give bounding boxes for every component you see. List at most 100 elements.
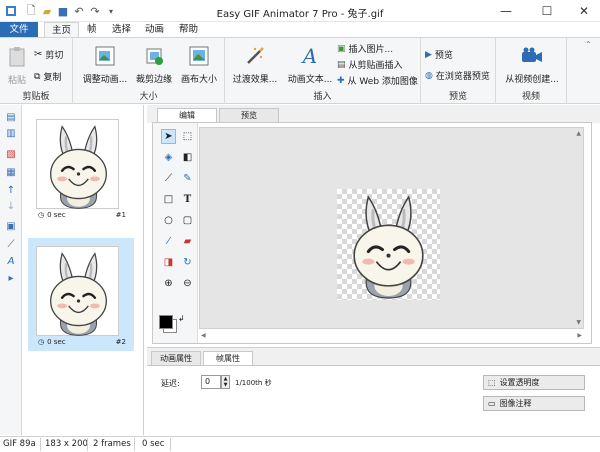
frame-item-selected[interactable]: ◷ 0 sec #2 <box>28 238 134 351</box>
text-tool-icon[interactable]: T <box>180 192 195 207</box>
gradient-icon[interactable]: ◧ <box>180 150 195 165</box>
ribbon-tabs: 文件 主页 帧 选择 动画 帮助 <box>0 22 600 38</box>
transition-button[interactable]: 过渡效果... <box>229 45 281 85</box>
zoom-in-icon[interactable]: ⊕ <box>161 276 176 291</box>
rotate-icon[interactable]: ↻ <box>180 255 195 270</box>
move-down-icon[interactable]: ↓ <box>4 199 18 213</box>
crop-button[interactable]: 裁剪边缘 <box>134 45 174 85</box>
frame-properties-icon[interactable]: ▦ <box>4 165 18 179</box>
set-transparency-button[interactable]: ⬚ 设置透明度 <box>483 375 585 390</box>
move-up-icon[interactable]: ↑ <box>4 183 18 197</box>
add-frame-icon[interactable]: ▤ <box>4 110 18 124</box>
eraser-icon[interactable]: ▰ <box>180 234 195 249</box>
cut-button[interactable]: ✂ 剪切 <box>34 48 63 61</box>
pencil-icon[interactable]: ✎ <box>180 171 195 186</box>
status-bar: GIF 89a 183 x 200 2 frames 0 sec <box>0 436 600 452</box>
status-frames: 2 frames <box>93 439 131 449</box>
delete-frame-icon[interactable]: ▧ <box>4 147 18 161</box>
tab-frame-properties[interactable]: 帧属性 <box>203 351 253 366</box>
minimize-button[interactable]: — <box>487 0 525 22</box>
browser-preview-button[interactable]: ◍ 在浏览器预览 <box>425 69 490 83</box>
insert-picture-button[interactable]: ▣ 插入图片... <box>337 42 393 56</box>
frame-number: #2 <box>115 338 126 346</box>
tab-help[interactable]: 帮助 <box>172 22 205 38</box>
status-format: GIF 89a <box>3 439 36 449</box>
zoom-out-icon[interactable]: ⊖ <box>180 276 195 291</box>
tab-home[interactable]: 主页 <box>44 22 80 38</box>
image-canvas[interactable] <box>337 189 440 300</box>
tab-animation[interactable]: 动画 <box>138 22 171 38</box>
tab-select[interactable]: 选择 <box>105 22 138 38</box>
tab-animation-properties[interactable]: 动画属性 <box>151 351 201 366</box>
tab-frame[interactable]: 帧 <box>80 22 104 38</box>
canvas-size-button[interactable]: 画布大小 <box>179 45 219 85</box>
maximize-button[interactable]: ☐ <box>528 0 566 22</box>
canvas-stage: ▲ ▼ <box>199 127 584 329</box>
editor-area: ➤ ⬚ ◈ ◧ ⟋ ✎ □ T ○ ▢ ⁄ ▰ ◨ ↻ ⊕ ⊖ ↲ ▲ ▼ ◀ … <box>152 122 592 344</box>
scroll-right-icon[interactable]: ▶ <box>577 332 582 339</box>
insert-image-icon[interactable]: ▣ <box>4 219 18 233</box>
group-label-insert: 插入 <box>313 92 332 102</box>
insert-clipart-button[interactable]: ▤ 从剪贴画插入 <box>337 58 403 72</box>
select-rect-icon[interactable]: ⬚ <box>180 129 195 144</box>
globe-icon: ✚ <box>337 75 345 86</box>
duplicate-frame-icon[interactable]: ▥ <box>4 126 18 140</box>
delay-input[interactable]: 0 <box>201 375 221 389</box>
flip-icon[interactable]: ◨ <box>161 255 176 270</box>
frame-delay: ◷ 0 sec <box>38 338 66 346</box>
resize-icon <box>94 45 116 67</box>
close-button[interactable]: ✕ <box>565 0 600 22</box>
canvas-size-label: 画布大小 <box>180 75 217 85</box>
eyedropper-icon[interactable]: ⁄ <box>161 234 176 249</box>
frame-number: #1 <box>115 211 126 219</box>
scroll-down-icon[interactable]: ▼ <box>576 319 581 326</box>
ellipse-icon[interactable]: ○ <box>161 213 176 228</box>
set-transparency-label: 设置透明度 <box>499 378 540 387</box>
paste-button[interactable]: 粘贴 <box>4 46 30 86</box>
horizontal-scrollbar[interactable]: ◀ ▶ <box>199 331 584 341</box>
rounded-rect-icon[interactable]: ▢ <box>180 213 195 228</box>
foreground-color-swatch[interactable] <box>159 315 173 329</box>
preview-button[interactable]: ▶ 预览 <box>425 48 453 62</box>
tab-edit[interactable]: 编辑 <box>157 108 217 123</box>
collapse-ribbon-icon[interactable]: ⌃ <box>585 40 592 49</box>
tab-preview[interactable]: 预览 <box>219 108 279 123</box>
from-video-button[interactable]: 从视频创建... <box>502 45 562 85</box>
frame-item[interactable]: ◷ 0 sec #1 <box>28 111 134 224</box>
insert-web-button[interactable]: ✚ 从 Web 添加图像 <box>337 74 418 88</box>
animated-text-label: 动画文本... <box>287 75 333 85</box>
frame-properties-panel: 延迟: 0 ▲ ▼ 1/100th 秒 ⬚ 设置透明度 ▭ 图像注释 <box>147 365 600 435</box>
clock-icon: ◷ <box>38 211 45 219</box>
delay-spinner[interactable]: ▲ ▼ <box>221 375 230 389</box>
frame-thumbnail <box>36 246 119 337</box>
scissors-icon: ✂ <box>34 49 43 60</box>
resize-label: 调整动画... <box>82 75 128 85</box>
copy-label: 复制 <box>43 73 62 83</box>
animated-text-button[interactable]: A 动画文本... <box>285 44 335 85</box>
pointer-icon[interactable]: ➤ <box>161 129 176 144</box>
group-label-size: 大小 <box>139 92 158 102</box>
picture-icon: ▣ <box>337 43 346 54</box>
copy-button[interactable]: ⧉ 复制 <box>34 70 62 84</box>
resize-button[interactable]: 调整动画... <box>77 45 133 85</box>
clock-icon: ◷ <box>38 338 45 346</box>
transparency-icon: ⬚ <box>488 378 496 387</box>
text-icon[interactable]: A <box>4 254 18 268</box>
scroll-left-icon[interactable]: ◀ <box>201 332 206 339</box>
play-frame-icon[interactable]: ▸ <box>4 271 18 285</box>
fill-bucket-icon[interactable]: ◈ <box>161 150 176 165</box>
status-duration: 0 sec <box>142 439 165 449</box>
from-video-label: 从视频创建... <box>505 75 559 85</box>
frame-thumbnail <box>36 119 119 210</box>
image-comment-button[interactable]: ▭ 图像注释 <box>483 396 585 411</box>
rectangle-icon[interactable]: □ <box>161 192 176 207</box>
image-comment-label: 图像注释 <box>499 399 532 408</box>
line-icon[interactable]: ⟋ <box>161 171 176 186</box>
magic-wand-icon[interactable]: ⟋ <box>4 237 18 251</box>
swap-colors-icon[interactable]: ↲ <box>178 314 185 323</box>
scroll-up-icon[interactable]: ▲ <box>576 130 581 137</box>
status-separator <box>40 438 41 451</box>
magic-wand-icon <box>244 45 266 67</box>
tab-file[interactable]: 文件 <box>0 22 38 38</box>
crop-label: 裁剪边缘 <box>135 75 172 85</box>
